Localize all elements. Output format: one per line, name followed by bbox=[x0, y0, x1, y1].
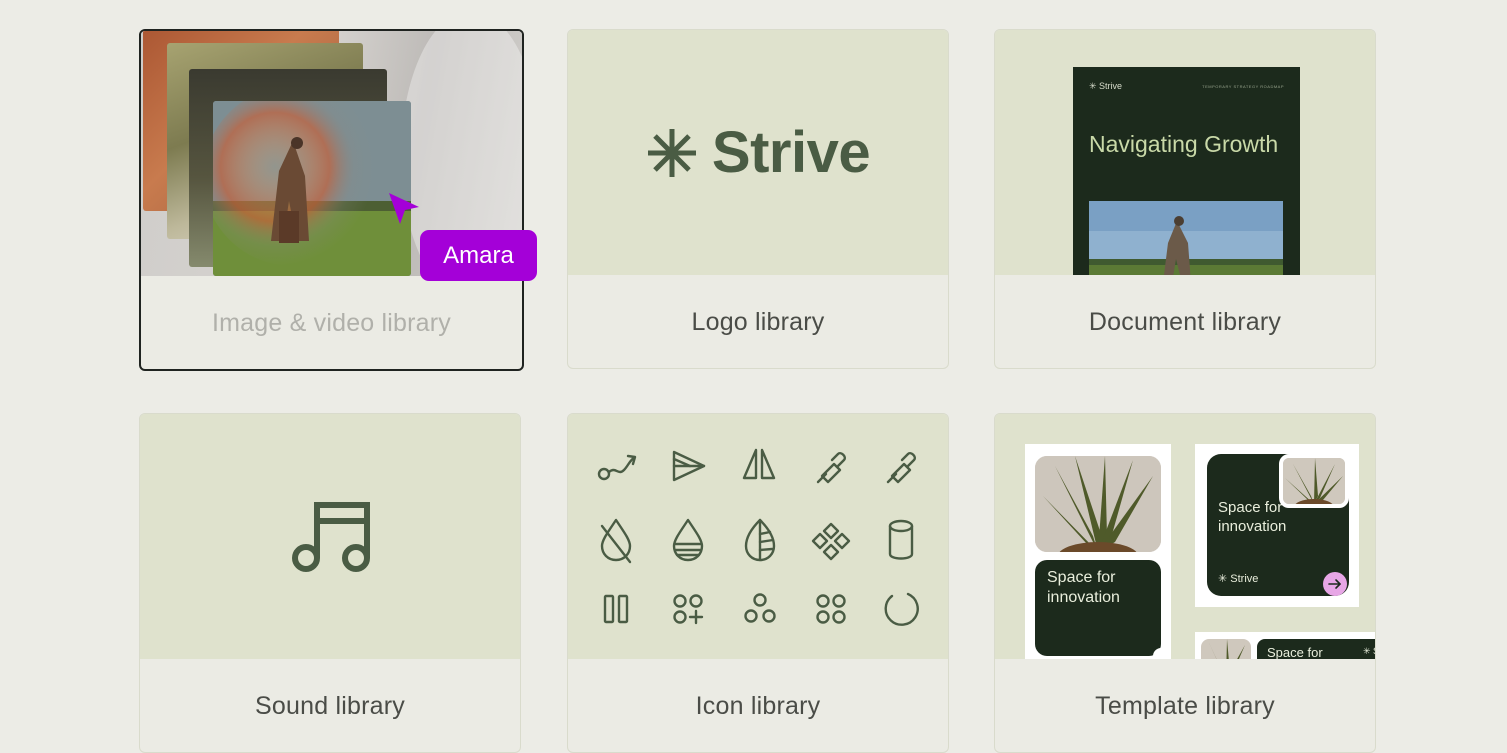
template-preview-2: Space for innovation ✳ Strive bbox=[1195, 444, 1359, 607]
document-preview: ✳ Strive TEMPORARY STRATEGY ROADMAP Navi… bbox=[1073, 67, 1300, 275]
sound-library-card[interactable]: Sound library bbox=[139, 413, 521, 753]
loading-ring-icon bbox=[884, 592, 919, 626]
logo-library-card[interactable]: Strive Logo library bbox=[567, 29, 949, 369]
logo-brand-text: Strive bbox=[711, 120, 871, 185]
circles-grid-icon bbox=[816, 594, 846, 624]
icon-grid bbox=[597, 448, 919, 626]
card-label: Template library bbox=[1095, 692, 1275, 720]
icon-thumbnail bbox=[568, 414, 948, 659]
pineapple-image bbox=[1035, 456, 1161, 552]
pineapple-image-small bbox=[1279, 454, 1349, 508]
document-library-card[interactable]: ✳ Strive TEMPORARY STRATEGY ROADMAP Navi… bbox=[994, 29, 1376, 369]
pause-columns-icon bbox=[603, 594, 629, 624]
card-label: Image & video library bbox=[211, 309, 452, 337]
template-preview-3: Space for ✳ S bbox=[1195, 632, 1375, 659]
card-label: Document library bbox=[1088, 308, 1282, 336]
document-brand: ✳ Strive bbox=[1089, 81, 1123, 91]
document-thumbnail: ✳ Strive TEMPORARY STRATEGY ROADMAP Navi… bbox=[995, 30, 1375, 275]
template-library-card[interactable]: Space for innovation Space for innovatio… bbox=[994, 413, 1376, 753]
card-label: Sound library bbox=[255, 692, 405, 720]
pineapple-image-tiny bbox=[1201, 639, 1251, 659]
card-label: Icon library bbox=[695, 692, 821, 720]
document-photo bbox=[1089, 201, 1283, 275]
drop-off-icon bbox=[600, 518, 632, 564]
template-preview-1: Space for innovation bbox=[1025, 444, 1171, 659]
document-meta: TEMPORARY STRATEGY ROADMAP bbox=[1202, 84, 1284, 89]
path-arrow-icon bbox=[597, 454, 637, 481]
sound-thumbnail bbox=[140, 414, 520, 659]
asterisk-icon bbox=[647, 128, 696, 177]
circles-triangle-icon bbox=[744, 593, 776, 623]
stacked-image-front bbox=[213, 101, 411, 276]
collaborator-cursor-icon bbox=[389, 193, 419, 224]
template-brand-2: ✳ Strive bbox=[1218, 573, 1259, 585]
template-thumbnail: Space for innovation Space for innovatio… bbox=[995, 414, 1375, 659]
template-brand-3: ✳ S bbox=[1362, 646, 1375, 656]
template-text-block-1: Space for innovation bbox=[1035, 560, 1161, 656]
drop-half-icon bbox=[672, 518, 704, 562]
circles-plus-icon bbox=[673, 594, 704, 625]
template-text-block-3: Space for ✳ S bbox=[1257, 639, 1375, 659]
flip-icon bbox=[742, 448, 776, 480]
template-heading-1: Space for innovation bbox=[1047, 569, 1120, 606]
template-heading-3: Space for bbox=[1267, 645, 1323, 659]
icon-library-card[interactable]: Icon library bbox=[567, 413, 949, 753]
send-icon bbox=[672, 450, 706, 482]
diamond-cluster-icon bbox=[811, 522, 851, 561]
document-title: Navigating Growth bbox=[1089, 131, 1279, 157]
image-video-library-card[interactable]: Image & video library bbox=[139, 29, 524, 371]
leaf-half-icon bbox=[744, 518, 776, 562]
pipette-icon-2 bbox=[886, 452, 916, 484]
music-note-icon bbox=[292, 502, 370, 572]
card-label: Logo library bbox=[691, 308, 825, 336]
arrow-button-icon bbox=[1323, 572, 1347, 596]
pipette-icon-1 bbox=[816, 452, 846, 484]
cylinder-icon bbox=[888, 519, 914, 560]
logo-thumbnail: Strive bbox=[568, 30, 948, 275]
collaborator-name-tag: Amara bbox=[420, 230, 537, 281]
